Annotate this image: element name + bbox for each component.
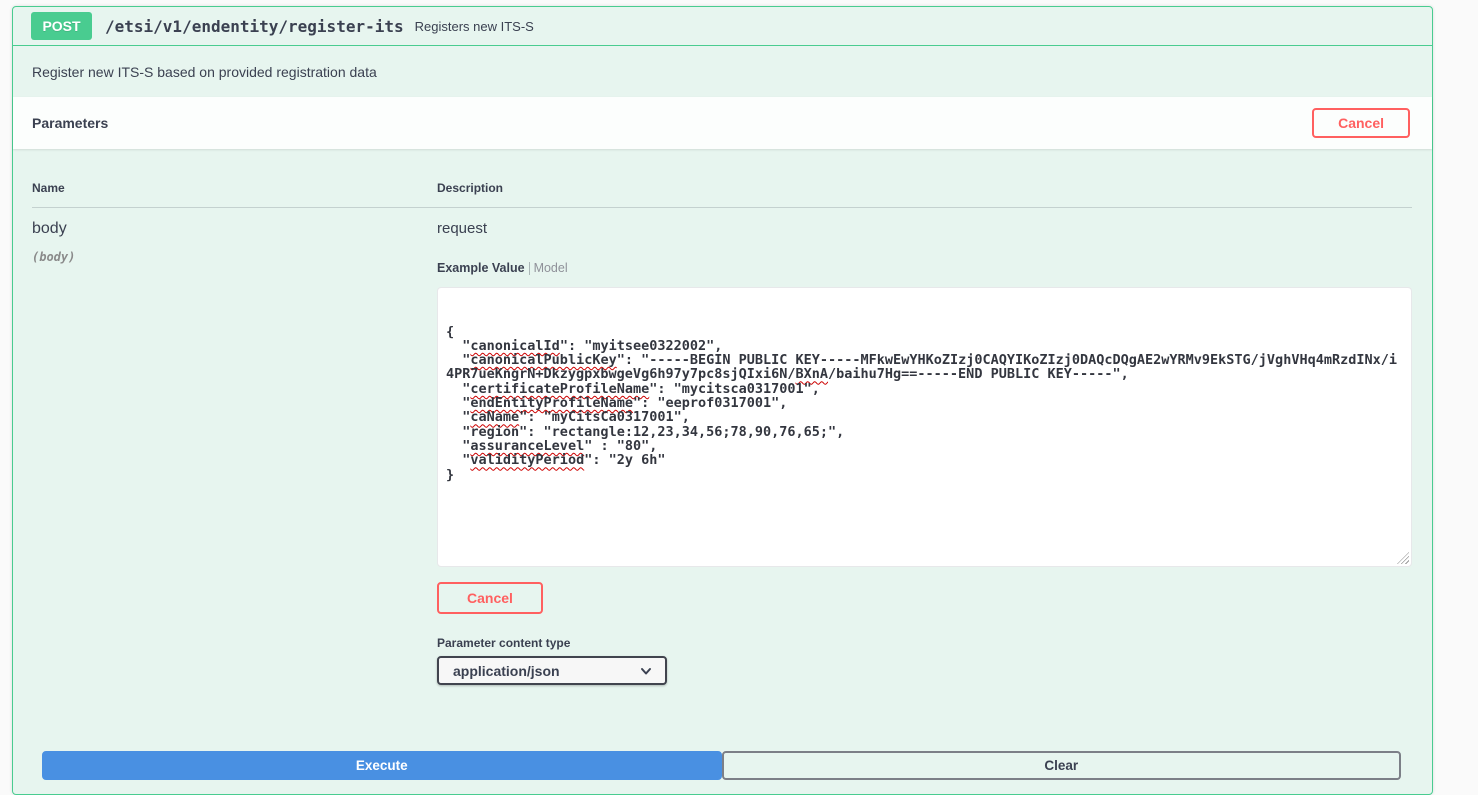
endpoint-summary-text: Registers new ITS-S xyxy=(415,19,534,34)
content-type-selected-value: application/json xyxy=(453,663,560,679)
tab-divider xyxy=(529,262,530,275)
parameters-title: Parameters xyxy=(32,115,108,131)
column-header-name: Name xyxy=(32,181,437,195)
parameters-section-header: Parameters Cancel xyxy=(13,97,1432,149)
parameters-table: Name Description body (body) request Exa… xyxy=(13,149,1432,685)
param-description: request xyxy=(437,220,1412,237)
parameters-table-header: Name Description xyxy=(32,169,1412,208)
execute-button[interactable]: Execute xyxy=(42,751,722,780)
param-name: body xyxy=(32,220,437,238)
endpoint-path: /etsi/v1/endentity/register-its xyxy=(105,17,404,36)
table-row: body (body) request Example Value Model … xyxy=(32,208,1412,685)
execute-wrapper: Execute Clear xyxy=(13,685,1432,794)
tab-example-value[interactable]: Example Value xyxy=(437,261,525,275)
http-method-badge: POST xyxy=(31,12,92,40)
endpoint-summary-bar[interactable]: POST /etsi/v1/endentity/register-its Reg… xyxy=(13,7,1432,46)
endpoint-description: Register new ITS-S based on provided reg… xyxy=(13,46,1432,97)
content-type-select[interactable]: application/json xyxy=(437,656,667,685)
param-name-cell: body (body) xyxy=(32,220,437,685)
cancel-try-out-button[interactable]: Cancel xyxy=(1312,108,1410,138)
textarea-resize-handle[interactable] xyxy=(1397,552,1409,564)
cancel-body-edit-button[interactable]: Cancel xyxy=(437,582,543,614)
model-example-tabs: Example Value Model xyxy=(437,261,1412,275)
clear-button[interactable]: Clear xyxy=(722,751,1402,780)
opblock-post-register-its: POST /etsi/v1/endentity/register-its Reg… xyxy=(12,6,1433,795)
tab-model[interactable]: Model xyxy=(534,261,568,275)
request-body-text: { "canonicalId": "myitsee0322002", "cano… xyxy=(446,325,1403,482)
param-description-cell: request Example Value Model { "canonical… xyxy=(437,220,1412,685)
parameter-content-type-label: Parameter content type xyxy=(437,636,1412,650)
request-body-editor[interactable]: { "canonicalId": "myitsee0322002", "cano… xyxy=(437,287,1412,567)
column-header-description: Description xyxy=(437,181,1412,195)
param-type: (body) xyxy=(32,250,437,264)
chevron-down-icon xyxy=(639,664,653,678)
